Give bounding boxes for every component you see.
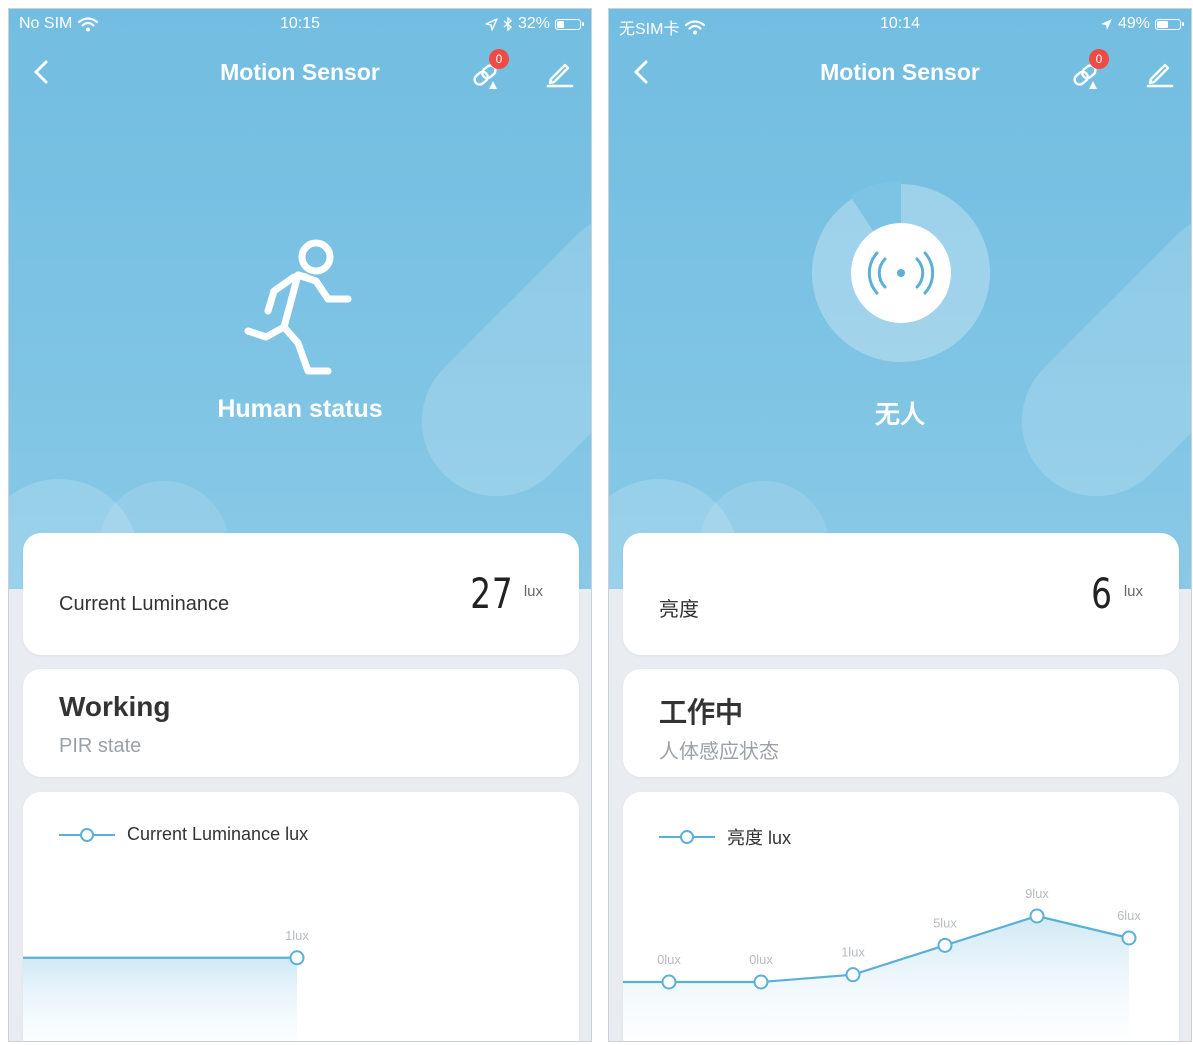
data-point [1029,908,1045,924]
decorative-shape [390,180,591,528]
luminance-line-chart: 0lux 0lux 1lux 5lux 9lux 6lux [623,886,1141,1041]
luminance-unit: lux [1123,583,1143,600]
luminance-card: 亮度 6 lux [623,533,1179,655]
luminance-value: 6 [1091,569,1113,618]
pir-state-label: PIR state [59,735,142,757]
nav-bar: Motion Sensor 0 [9,49,591,93]
data-point [289,950,305,966]
data-point [753,974,769,990]
hero-area: No SIM 10:15 32% Motion Sensor 0 Human s… [9,9,591,589]
bluetooth-icon [503,17,512,31]
status-bar: No SIM 10:15 32% [9,9,591,39]
luminance-card: Current Luminance 27 lux [23,533,579,655]
data-label: 5lux [933,915,957,930]
luminance-value: 27 [469,569,513,618]
luminance-unit: lux [523,583,543,600]
luminance-label: 亮度 [659,599,699,621]
pir-state-label: 人体感应状态 [659,741,779,763]
hero-area: 无SIM卡 10:14 49% Motion Sensor 0 无人 [609,9,1191,589]
edit-button[interactable] [543,55,577,89]
edit-button[interactable] [1143,55,1177,89]
luminance-chart-card: Current Luminance lux 1lux [23,792,579,1041]
data-point [1121,930,1137,946]
share-button[interactable]: 0 [467,49,509,91]
nav-bar: Motion Sensor 0 [609,49,1191,93]
luminance-line-chart: 1lux [23,928,309,1041]
pir-state-value: Working [59,691,171,722]
human-status-label: 无人 [874,401,925,429]
data-label: 9lux [1025,886,1049,901]
running-person-icon [244,239,352,375]
human-status-label: Human status [217,395,383,423]
data-point [937,937,953,953]
radar-signal-icon [812,181,990,362]
phone-screen-chinese: 无SIM卡 10:14 49% Motion Sensor 0 无人 亮度 6 … [608,8,1192,1042]
pir-state-card: Working PIR state [23,669,579,777]
battery-percent: 49% [1117,15,1150,32]
data-label: 0lux [749,952,773,967]
data-label: 6lux [1117,908,1141,923]
battery-icon [1155,18,1184,30]
battery-icon [555,18,584,30]
pir-state-card: 工作中 人体感应状态 [623,669,1179,777]
data-point [845,967,861,983]
location-arrow-icon [1100,18,1112,30]
series-area [623,916,1129,1041]
data-label: 1lux [841,945,865,960]
pir-state-value: 工作中 [659,697,744,728]
decorative-shape [990,180,1191,528]
luminance-label: Current Luminance [59,593,230,615]
location-arrow-icon [485,17,498,31]
data-point [661,974,677,990]
notification-badge: 0 [489,49,509,69]
battery-percent: 32% [517,15,550,32]
phone-screen-english: No SIM 10:15 32% Motion Sensor 0 Human s… [8,8,592,1042]
data-label: 0lux [657,952,681,967]
series-area [23,957,297,1041]
share-button[interactable]: 0 [1067,49,1109,91]
notification-badge: 0 [1089,49,1109,69]
data-label: 1lux [285,928,309,943]
luminance-chart-card: 亮度 lux 0lux 0lux 1lux 5lux 9lux 6lux [623,792,1179,1041]
status-bar: 无SIM卡 10:14 49% [609,9,1191,39]
